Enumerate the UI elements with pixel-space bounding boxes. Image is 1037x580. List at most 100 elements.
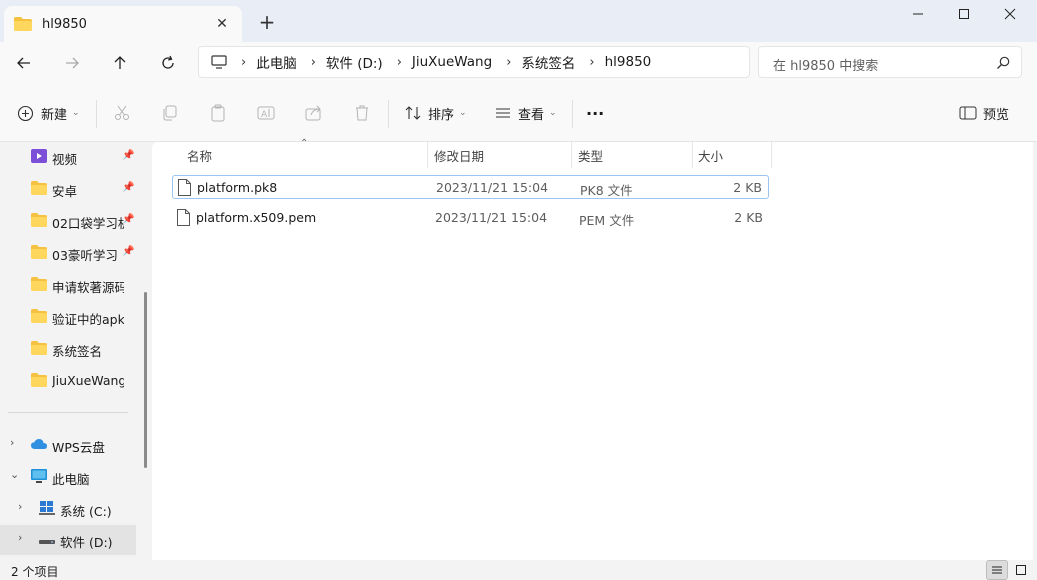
window-edge xyxy=(1033,142,1037,560)
copy-button[interactable] xyxy=(161,98,179,128)
minimize-button[interactable] xyxy=(895,0,941,28)
sidebar-item-system-signature[interactable]: 系统签名 xyxy=(0,334,136,364)
sidebar-item-label: 系统 (C:) xyxy=(60,504,112,519)
sidebar-item-haoting-learning[interactable]: 03豪听学习 📌 xyxy=(0,238,136,268)
sidebar-item-apk-verify[interactable]: 验证中的apk xyxy=(0,302,136,332)
chevron-down-icon: ⌄ xyxy=(549,108,557,118)
details-view-button[interactable] xyxy=(986,560,1008,580)
address-row: › 此电脑 › 软件 (D:) › JiuXueWang › 系统签名 › hl… xyxy=(0,42,1037,82)
more-options-button[interactable]: ··· xyxy=(586,98,604,128)
forward-button[interactable] xyxy=(57,48,87,78)
folder-icon xyxy=(31,245,47,259)
sidebar-item-drive-d[interactable]: › 软件 (D:) xyxy=(0,525,136,555)
sidebar-item-video[interactable]: 视频 📌 xyxy=(0,142,136,172)
file-icon xyxy=(178,179,191,196)
breadcrumb-separator[interactable]: › xyxy=(589,55,594,70)
chevron-right-icon[interactable]: › xyxy=(10,436,14,449)
status-bar: 2 个项目 xyxy=(0,560,1037,580)
video-icon xyxy=(31,149,47,163)
folder-icon xyxy=(31,373,47,387)
breadcrumb-this-pc[interactable]: 此电脑 xyxy=(256,52,297,72)
maximize-button[interactable] xyxy=(941,0,987,28)
file-row[interactable]: platform.pk8 2023/11/21 15:04 PK8 文件 2 K… xyxy=(172,175,769,199)
column-header-modified[interactable]: 修改日期 xyxy=(434,142,484,168)
folder-icon xyxy=(31,181,47,195)
item-count: 2 个项目 xyxy=(11,565,59,579)
details-view-icon xyxy=(992,566,1002,574)
column-header-size[interactable]: 大小 xyxy=(698,142,723,168)
close-tab-button[interactable]: ✕ xyxy=(212,14,232,34)
file-modified: 2023/11/21 15:04 xyxy=(435,210,548,225)
file-name: platform.pk8 xyxy=(197,180,278,195)
scissors-icon xyxy=(115,105,129,120)
sidebar-item-copyright-source[interactable]: 申请软著源码 xyxy=(0,270,136,300)
column-divider[interactable] xyxy=(427,142,428,168)
sidebar-item-android[interactable]: 安卓 📌 xyxy=(0,174,136,204)
delete-button[interactable] xyxy=(353,98,371,128)
preview-label: 预览 xyxy=(983,107,1010,123)
chevron-down-icon[interactable]: ⌄ xyxy=(10,468,19,481)
up-button[interactable] xyxy=(105,48,135,78)
tab-hl9850[interactable]: hl9850 ✕ xyxy=(4,6,242,42)
paste-button[interactable] xyxy=(209,98,227,128)
chevron-right-icon[interactable]: › xyxy=(18,500,22,513)
rename-button[interactable]: A xyxy=(257,98,275,128)
tiles-view-icon xyxy=(1016,565,1026,575)
divider xyxy=(388,100,389,128)
clipboard-icon xyxy=(211,104,225,122)
sidebar-item-this-pc[interactable]: ⌄ 此电脑 xyxy=(0,462,136,492)
breadcrumb-separator[interactable]: › xyxy=(241,55,246,70)
new-label: 新建 xyxy=(41,107,68,123)
list-view-icon xyxy=(496,108,510,118)
refresh-icon xyxy=(162,55,174,69)
sidebar-item-wps-cloud[interactable]: › WPS云盘 xyxy=(0,430,136,460)
file-type: PEM 文件 xyxy=(579,213,635,228)
breadcrumb-separator[interactable]: › xyxy=(311,55,316,70)
address-bar[interactable]: › 此电脑 › 软件 (D:) › JiuXueWang › 系统签名 › hl… xyxy=(198,46,750,78)
sidebar-scrollbar[interactable] xyxy=(144,292,147,468)
tab-title: hl9850 xyxy=(42,16,87,32)
tiles-view-button[interactable] xyxy=(1010,560,1032,580)
file-icon xyxy=(177,209,190,226)
sidebar-item-drive-c[interactable]: › 系统 (C:) xyxy=(8,494,144,524)
breadcrumb-separator[interactable]: › xyxy=(397,55,402,70)
share-button[interactable] xyxy=(305,98,323,128)
file-row[interactable]: platform.x509.pem 2023/11/21 15:04 PEM 文… xyxy=(172,206,769,230)
new-tab-button[interactable]: + xyxy=(255,11,279,35)
sidebar-item-jiuxuewang[interactable]: JiuXueWang xyxy=(0,366,136,396)
column-divider[interactable] xyxy=(571,142,572,168)
maximize-icon xyxy=(959,9,969,19)
column-divider[interactable] xyxy=(692,142,693,168)
breadcrumb-drive-d[interactable]: 软件 (D:) xyxy=(326,52,383,72)
search-input[interactable]: 在 hl9850 中搜索 xyxy=(758,46,1022,78)
breadcrumb-jiuxuewang[interactable]: JiuXueWang xyxy=(412,54,492,70)
search-placeholder: 在 hl9850 中搜索 xyxy=(773,59,879,74)
preview-button[interactable]: 预览 xyxy=(959,98,1009,128)
new-button[interactable]: 新建 ⌄ xyxy=(17,98,80,128)
back-button[interactable] xyxy=(9,48,39,78)
trash-icon xyxy=(356,105,368,121)
sidebar-item-pocket-learning[interactable]: 02口袋学习机 📌 xyxy=(0,206,136,236)
view-button[interactable]: 查看 ⌄ xyxy=(494,98,557,128)
close-window-button[interactable] xyxy=(987,0,1033,28)
windows-drive-icon xyxy=(39,501,55,515)
column-header-type[interactable]: 类型 xyxy=(578,142,603,168)
sort-button[interactable]: 排序 ⌄ xyxy=(404,98,467,128)
file-type: PK8 文件 xyxy=(580,183,633,198)
minimize-icon xyxy=(913,13,923,15)
pin-icon: 📌 xyxy=(122,182,135,193)
breadcrumb-system-signature[interactable]: 系统签名 xyxy=(521,52,575,72)
refresh-button[interactable] xyxy=(153,48,183,78)
file-modified: 2023/11/21 15:04 xyxy=(436,180,549,195)
breadcrumb-hl9850[interactable]: hl9850 xyxy=(605,54,652,70)
pc-icon xyxy=(211,55,227,69)
breadcrumb-separator[interactable]: › xyxy=(506,55,511,70)
chevron-right-icon[interactable]: › xyxy=(18,531,22,544)
column-header-name[interactable]: 名称 xyxy=(187,142,212,168)
search-icon xyxy=(997,56,1010,69)
file-size: 2 KB xyxy=(734,210,763,225)
folder-icon xyxy=(31,341,47,355)
share-icon xyxy=(305,105,321,121)
cut-button[interactable] xyxy=(113,98,131,128)
column-divider[interactable] xyxy=(771,142,772,168)
